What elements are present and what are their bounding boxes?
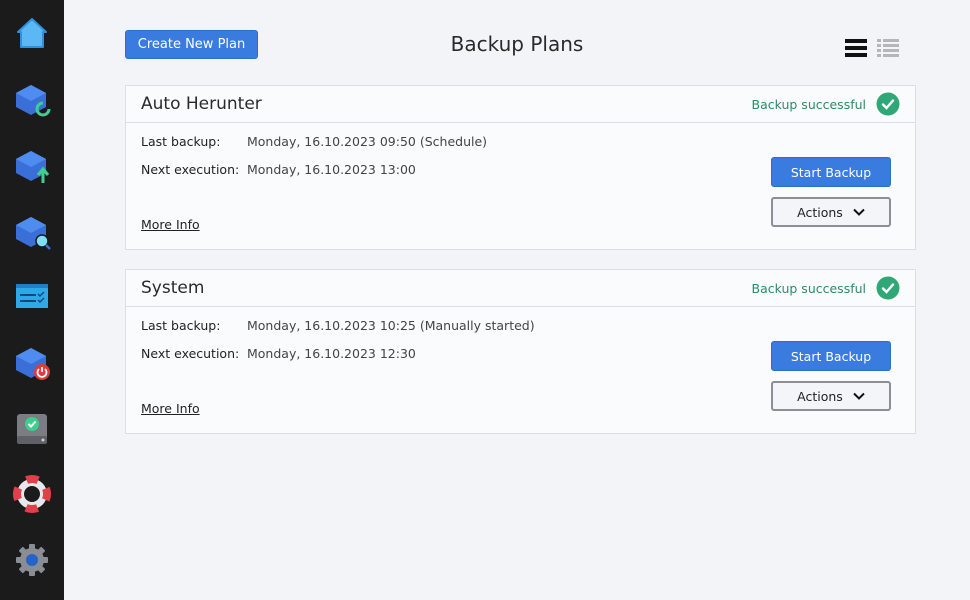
sidebar-item-tasks[interactable] (10, 274, 54, 318)
last-backup-label: Last backup: (141, 134, 221, 149)
status-badge: Backup successful (752, 92, 900, 116)
sidebar-item-shutdown[interactable] (10, 340, 54, 384)
card-header: System Backup successful (126, 270, 915, 307)
next-execution-value: Monday, 16.10.2023 12:30 (247, 346, 416, 361)
backup-plan-card: Auto Herunter Backup successful Last bac… (125, 85, 916, 250)
start-backup-button[interactable]: Start Backup (771, 157, 891, 187)
card-header: Auto Herunter Backup successful (126, 86, 915, 123)
start-backup-button[interactable]: Start Backup (771, 341, 891, 371)
last-backup-row: Last backup: Monday, 16.10.2023 10:25 (M… (141, 318, 535, 333)
actions-label: Actions (797, 388, 843, 404)
next-execution-row: Next execution: Monday, 16.10.2023 12:30 (141, 346, 416, 361)
last-backup-label: Last backup: (141, 318, 221, 333)
detailed-view-toggle[interactable] (876, 36, 900, 60)
actions-dropdown-button[interactable]: Actions (771, 197, 891, 227)
task-list-icon (16, 284, 48, 308)
card-body: Last backup: Monday, 16.10.2023 09:50 (S… (126, 123, 915, 249)
next-execution-label: Next execution: (141, 346, 240, 361)
success-check-icon (876, 92, 900, 116)
shutdown-backup-icon (16, 348, 50, 380)
main-content: Create New Plan Backup Plans Auto Herunt… (64, 0, 970, 600)
success-check-icon (876, 276, 900, 300)
actions-dropdown-button[interactable]: Actions (771, 381, 891, 411)
backup-plan-card: System Backup successful Last backup: Mo… (125, 269, 916, 434)
sidebar (0, 0, 64, 600)
chevron-down-icon (853, 208, 865, 216)
gear-icon (16, 544, 48, 576)
more-info-link[interactable]: More Info (141, 401, 200, 416)
sidebar-item-settings[interactable] (10, 538, 54, 582)
last-backup-value: Monday, 16.10.2023 10:25 (Manually start… (247, 318, 535, 333)
sidebar-item-home[interactable] (10, 11, 54, 55)
drive-check-icon (17, 414, 47, 444)
compact-view-toggle[interactable] (844, 36, 868, 60)
search-backup-icon (16, 217, 51, 250)
compact-list-icon (845, 39, 867, 57)
sidebar-item-drive[interactable] (10, 406, 54, 450)
plan-name: Auto Herunter (141, 94, 262, 114)
sidebar-item-help[interactable] (10, 472, 54, 516)
detailed-list-icon (877, 39, 899, 57)
status-text: Backup successful (751, 96, 866, 112)
page-title: Backup Plans (450, 32, 584, 56)
sidebar-item-backup[interactable] (10, 143, 54, 187)
status-text: Backup successful (751, 280, 866, 296)
actions-label: Actions (797, 204, 843, 220)
sidebar-item-browse[interactable] (10, 209, 54, 253)
plan-name: System (141, 278, 205, 298)
next-execution-label: Next execution: (141, 162, 240, 177)
last-backup-row: Last backup: Monday, 16.10.2023 09:50 (S… (141, 134, 487, 149)
sidebar-item-restore[interactable] (10, 77, 54, 121)
next-execution-value: Monday, 16.10.2023 13:00 (247, 162, 416, 177)
restore-icon (16, 85, 51, 117)
lifebuoy-icon (13, 475, 51, 513)
backup-upload-icon (16, 151, 50, 183)
status-badge: Backup successful (752, 276, 900, 300)
next-execution-row: Next execution: Monday, 16.10.2023 13:00 (141, 162, 416, 177)
more-info-link[interactable]: More Info (141, 217, 200, 232)
home-icon (17, 18, 47, 48)
chevron-down-icon (853, 392, 865, 400)
card-body: Last backup: Monday, 16.10.2023 10:25 (M… (126, 307, 915, 433)
last-backup-value: Monday, 16.10.2023 09:50 (Schedule) (247, 134, 488, 149)
